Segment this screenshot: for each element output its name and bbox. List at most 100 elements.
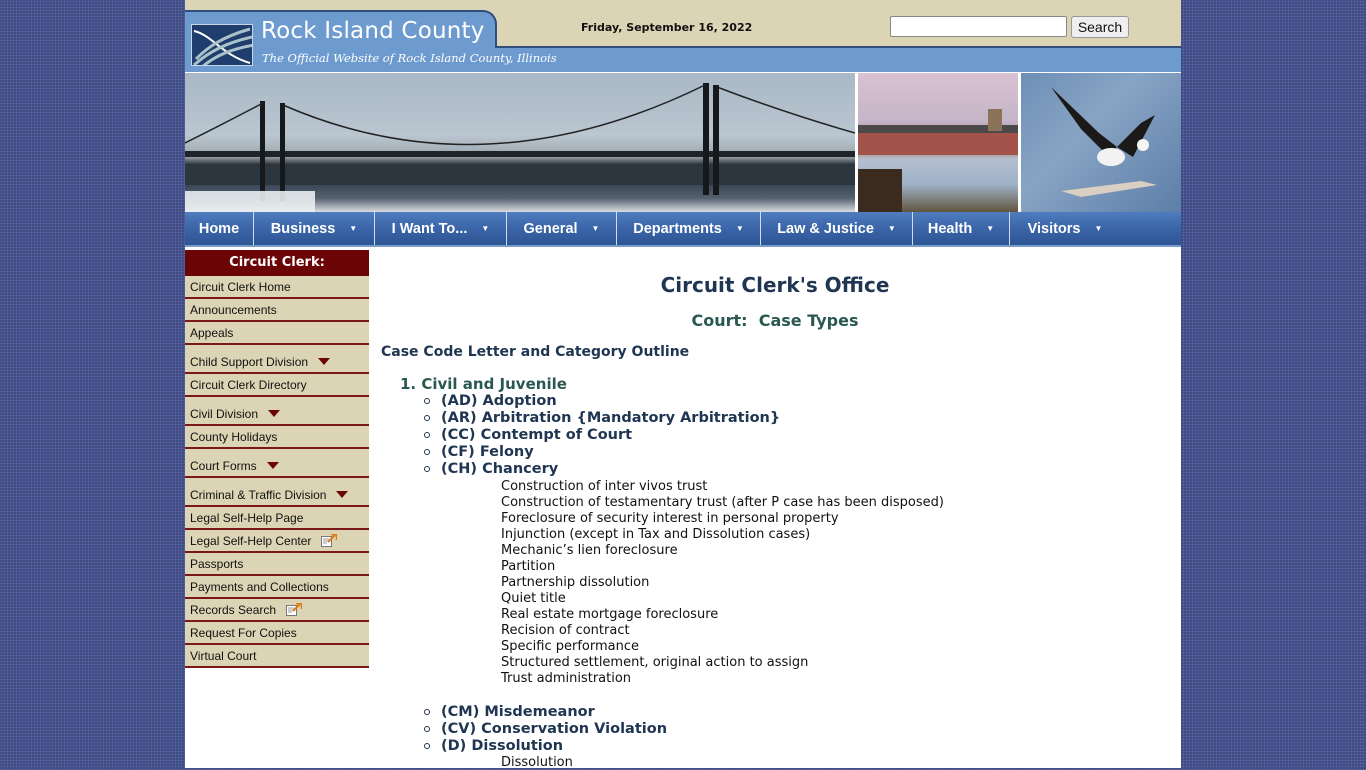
case-subitem: Trust administration — [501, 671, 632, 686]
sidebar-item-circuit-clerk-home[interactable]: Circuit Clerk Home — [185, 276, 369, 299]
nav-item-health[interactable]: Health ▼ — [913, 212, 1010, 245]
nav-item-business[interactable]: Business ▼ — [254, 212, 375, 245]
case-category: (CV) Conservation Violation — [424, 721, 667, 737]
sidebar-item-legal-self-help-page[interactable]: Legal Self-Help Page — [185, 507, 369, 530]
dropdown-arrow-icon[interactable] — [268, 410, 281, 417]
sidebar-item-appeals[interactable]: Appeals — [185, 322, 369, 345]
bullet-icon — [424, 398, 430, 404]
bullet-icon — [424, 709, 430, 715]
nav-item-general[interactable]: General ▼ — [507, 212, 617, 245]
nav-label: General — [523, 220, 578, 237]
case-category: (CC) Contempt of Court — [424, 427, 633, 443]
case-subitem: Construction of inter vivos trust — [501, 479, 708, 494]
sidebar-heading: Circuit Clerk: — [185, 250, 369, 276]
sidebar-item-county-holidays[interactable]: County Holidays — [185, 426, 369, 449]
nav-item-departments[interactable]: Departments ▼ — [617, 212, 761, 245]
nav-label: I Want To... — [391, 220, 468, 237]
chevron-down-icon: ▼ — [887, 224, 896, 233]
search-input[interactable] — [890, 16, 1067, 37]
sidebar-item-label: Legal Self-Help Page — [190, 510, 304, 525]
case-subitem: Quiet title — [501, 591, 566, 606]
case-category-label: (AD) Adoption — [441, 393, 557, 409]
sidebar-item-label: Criminal & Traffic Division — [190, 487, 327, 502]
case-subitem: Mechanic’s lien foreclosure — [501, 543, 678, 558]
case-category-label: (D) Dissolution — [441, 738, 564, 754]
section-heading: 1. Civil and Juvenile — [400, 375, 567, 393]
nav-item-home[interactable]: Home — [185, 212, 254, 245]
site-subtitle: The Official Website of Rock Island Coun… — [262, 51, 557, 65]
nav-item-visitors[interactable]: Visitors ▼ — [1010, 212, 1120, 245]
dropdown-arrow-icon[interactable] — [336, 491, 349, 498]
sidebar-item-circuit-clerk-directory[interactable]: Circuit Clerk Directory — [185, 374, 369, 397]
case-subitem: Real estate mortgage foreclosure — [501, 607, 719, 622]
current-date: Friday, September 16, 2022 — [581, 21, 753, 34]
sidebar-item-request-for-copies[interactable]: Request For Copies — [185, 622, 369, 645]
nav-label: Visitors — [1027, 220, 1081, 237]
county-logo-icon[interactable] — [191, 24, 253, 66]
nav-label: Home — [198, 220, 240, 237]
nav-item-law-justice[interactable]: Law & Justice ▼ — [761, 212, 913, 245]
case-subitem: Structured settlement, original action t… — [501, 655, 809, 670]
sidebar-item-label: Announcements — [190, 302, 277, 317]
case-subitem: Specific performance — [501, 639, 639, 654]
case-category: (AD) Adoption — [424, 393, 557, 409]
bald-eagle-photo — [1021, 73, 1181, 212]
sidebar-item-virtual-court[interactable]: Virtual Court — [185, 645, 369, 668]
chevron-down-icon: ▼ — [349, 224, 358, 233]
sidebar-item-criminal-traffic-division[interactable]: Criminal & Traffic Division — [185, 478, 369, 507]
nav-item-i-want-to[interactable]: I Want To... ▼ — [375, 212, 507, 245]
case-category: (CM) Misdemeanor — [424, 704, 595, 720]
nav-label: Business — [270, 220, 336, 237]
main-nav: Home Business ▼ I Want To... ▼ General ▼ De… — [185, 212, 1181, 247]
banner — [185, 72, 1181, 212]
outline-heading: Case Code Letter and Category Outline — [381, 344, 690, 360]
sidebar-item-court-forms[interactable]: Court Forms — [185, 449, 369, 478]
bullet-icon — [424, 415, 430, 421]
site-header: Rock Island County The Official Website … — [185, 0, 1181, 72]
nav-label: Departments — [633, 220, 722, 237]
bullet-icon — [424, 743, 430, 749]
external-link-icon — [286, 602, 303, 616]
sidebar-item-label: Civil Division — [190, 406, 259, 421]
sidebar-item-label: County Holidays — [190, 429, 278, 444]
dropdown-arrow-icon[interactable] — [318, 358, 331, 365]
site-title[interactable]: Rock Island County — [261, 18, 485, 44]
sidebar-item-child-support-division[interactable]: Child Support Division — [185, 345, 369, 374]
sidebar-item-label: Virtual Court — [190, 648, 257, 663]
case-category: (CH) Chancery — [424, 461, 558, 477]
case-category-label: (CC) Contempt of Court — [441, 427, 633, 443]
case-subitem: Partnership dissolution — [501, 575, 650, 590]
lock-and-dam-photo — [858, 73, 1018, 212]
sidebar-item-label: Court Forms — [190, 458, 257, 473]
sidebar-item-legal-self-help-center[interactable]: Legal Self-Help Center — [185, 530, 369, 553]
bridge-photo — [185, 73, 855, 212]
sidebar-item-announcements[interactable]: Announcements — [185, 299, 369, 322]
bullet-icon — [424, 432, 430, 438]
dropdown-arrow-icon[interactable] — [266, 462, 279, 469]
external-link-icon — [321, 533, 338, 547]
sidebar-item-payments-and-collections[interactable]: Payments and Collections — [185, 576, 369, 599]
bullet-icon — [424, 449, 430, 455]
sidebar-item-label: Passports — [190, 556, 244, 571]
sidebar-item-passports[interactable]: Passports — [185, 553, 369, 576]
nav-label: Health — [927, 220, 973, 237]
case-subitem: Construction of testamentary trust (afte… — [501, 495, 944, 510]
sidebar-item-label: Circuit Clerk Directory — [190, 377, 307, 392]
case-category-label: (AR) Arbitration {Mandatory Arbitration} — [441, 410, 781, 426]
chevron-down-icon: ▼ — [986, 224, 995, 233]
chevron-down-icon: ▼ — [735, 224, 744, 233]
sidebar-item-label: Payments and Collections — [190, 579, 329, 594]
sidebar-item-civil-division[interactable]: Civil Division — [185, 397, 369, 426]
sidebar-item-records-search[interactable]: Records Search — [185, 599, 369, 622]
case-category-label: (CF) Felony — [441, 444, 534, 460]
search-button[interactable]: Search — [1071, 16, 1129, 38]
case-category: (CF) Felony — [424, 444, 534, 460]
sidebar-item-label: Circuit Clerk Home — [190, 279, 291, 294]
case-category: (AR) Arbitration {Mandatory Arbitration} — [424, 410, 781, 426]
sidebar-item-label: Request For Copies — [190, 625, 297, 640]
page-container: Rock Island County The Official Website … — [185, 0, 1181, 770]
sidebar-item-label: Records Search — [190, 602, 277, 617]
case-subitem: Recision of contract — [501, 623, 630, 638]
sidebar-item-label: Appeals — [190, 325, 234, 340]
case-subitem: Foreclosure of security interest in pers… — [501, 511, 839, 526]
